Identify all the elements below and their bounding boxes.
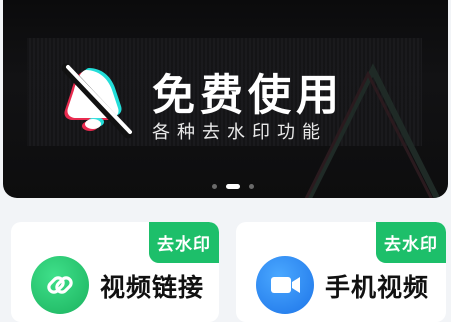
banner-title: 免费使用 xyxy=(152,71,344,121)
feature-card-phone-video[interactable]: 去水印 手机视频 xyxy=(236,222,446,322)
carousel-dot-active[interactable] xyxy=(226,184,240,189)
video-camera-icon xyxy=(256,256,314,314)
link-icon xyxy=(31,256,89,314)
feature-card-video-link[interactable]: 去水印 视频链接 xyxy=(11,222,219,322)
video-link-label: 视频链接 xyxy=(100,273,205,302)
carousel-dot[interactable] xyxy=(249,184,254,189)
carousel-pagination xyxy=(212,184,254,189)
remove-watermark-badge: 去水印 xyxy=(149,222,219,263)
carousel-dot[interactable] xyxy=(212,184,217,189)
remove-watermark-badge: 去水印 xyxy=(376,222,446,263)
phone-video-label: 手机视频 xyxy=(325,273,430,302)
banner-subtitle: 各种去水印功能 xyxy=(152,122,327,143)
no-watermark-logo-icon xyxy=(61,63,133,139)
promo-banner[interactable]: 免费使用 各种去水印功能 xyxy=(3,0,448,198)
